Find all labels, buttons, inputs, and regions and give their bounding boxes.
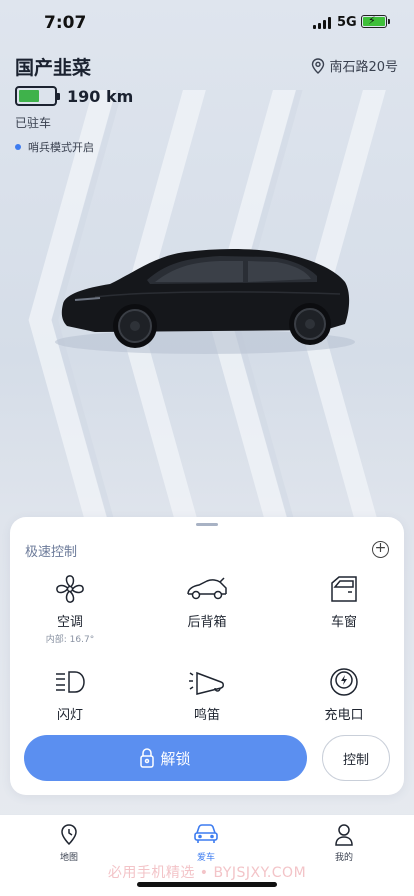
tab-car[interactable]: 爱车: [171, 823, 241, 863]
horn-control[interactable]: 鸣笛: [152, 666, 262, 723]
window-control[interactable]: 车窗: [289, 573, 399, 630]
trunk-control[interactable]: 后背箱: [152, 573, 262, 630]
battery-icon: ⚡: [361, 14, 390, 28]
sentry-mode-status: 哨兵模式开启: [15, 139, 94, 155]
vehicle-location[interactable]: 南石路20号: [311, 56, 398, 75]
flash-lights-control[interactable]: 闪灯: [15, 666, 125, 723]
trunk-label: 后背箱: [187, 615, 227, 630]
range-battery-icon: [15, 86, 60, 106]
tab-map[interactable]: 地图: [34, 823, 104, 863]
range-row: 190 km: [15, 86, 133, 106]
ac-label: 空调: [56, 615, 83, 630]
location-text: 南石路20号: [329, 60, 398, 75]
headlight-icon: [56, 671, 85, 693]
ac-control[interactable]: 空调 内部: 16.7°: [15, 573, 125, 645]
sentry-mode-label: 哨兵模式开启: [28, 141, 94, 154]
car-image: [55, 248, 355, 354]
car-icon: [194, 824, 218, 843]
drag-handle[interactable]: [196, 523, 218, 526]
map-pin-icon: [61, 824, 77, 846]
unlock-label: 解锁: [160, 749, 191, 768]
horn-icon: [189, 671, 224, 695]
trunk-icon: [187, 577, 227, 600]
charge-port-control[interactable]: 充电口: [289, 666, 399, 723]
tab-profile[interactable]: 我的: [309, 823, 379, 863]
charge-port-label: 充电口: [324, 708, 364, 723]
window-icon: [331, 576, 357, 602]
ac-temperature: 内部: 16.7°: [45, 635, 95, 645]
status-dot: [15, 144, 21, 150]
network-type: 5G: [337, 15, 357, 30]
location-pin-icon: [312, 57, 325, 74]
quick-control-panel: 极速控制 + 空调 内部: 16.7° 后背箱 车窗 闪灯 鸣笛 充电口 解锁 …: [10, 517, 404, 795]
horn-label: 鸣笛: [193, 708, 220, 723]
plus-circle-icon[interactable]: +: [372, 541, 389, 558]
home-indicator[interactable]: [137, 882, 277, 887]
lock-icon: [140, 748, 155, 768]
park-status: 已驻车: [15, 116, 52, 130]
status-bar: 7:07 5G ⚡: [0, 0, 414, 46]
vehicle-name: 国产韭菜: [15, 57, 92, 79]
control-label: 控制: [342, 752, 369, 768]
range-text: 190 km: [67, 86, 134, 106]
profile-icon: [335, 824, 353, 846]
flash-lights-label: 闪灯: [56, 708, 83, 723]
watermark: 必用手机精选 • BYJSJXY.COM: [107, 865, 307, 881]
signal-icon: [313, 17, 331, 29]
control-button[interactable]: 控制: [322, 735, 390, 781]
fan-icon: [56, 575, 84, 603]
status-time: 7:07: [44, 13, 87, 33]
panel-title: 极速控制: [25, 545, 78, 560]
charge-port-icon: [330, 668, 358, 696]
window-label: 车窗: [330, 615, 357, 630]
unlock-button[interactable]: 解锁: [24, 735, 307, 781]
